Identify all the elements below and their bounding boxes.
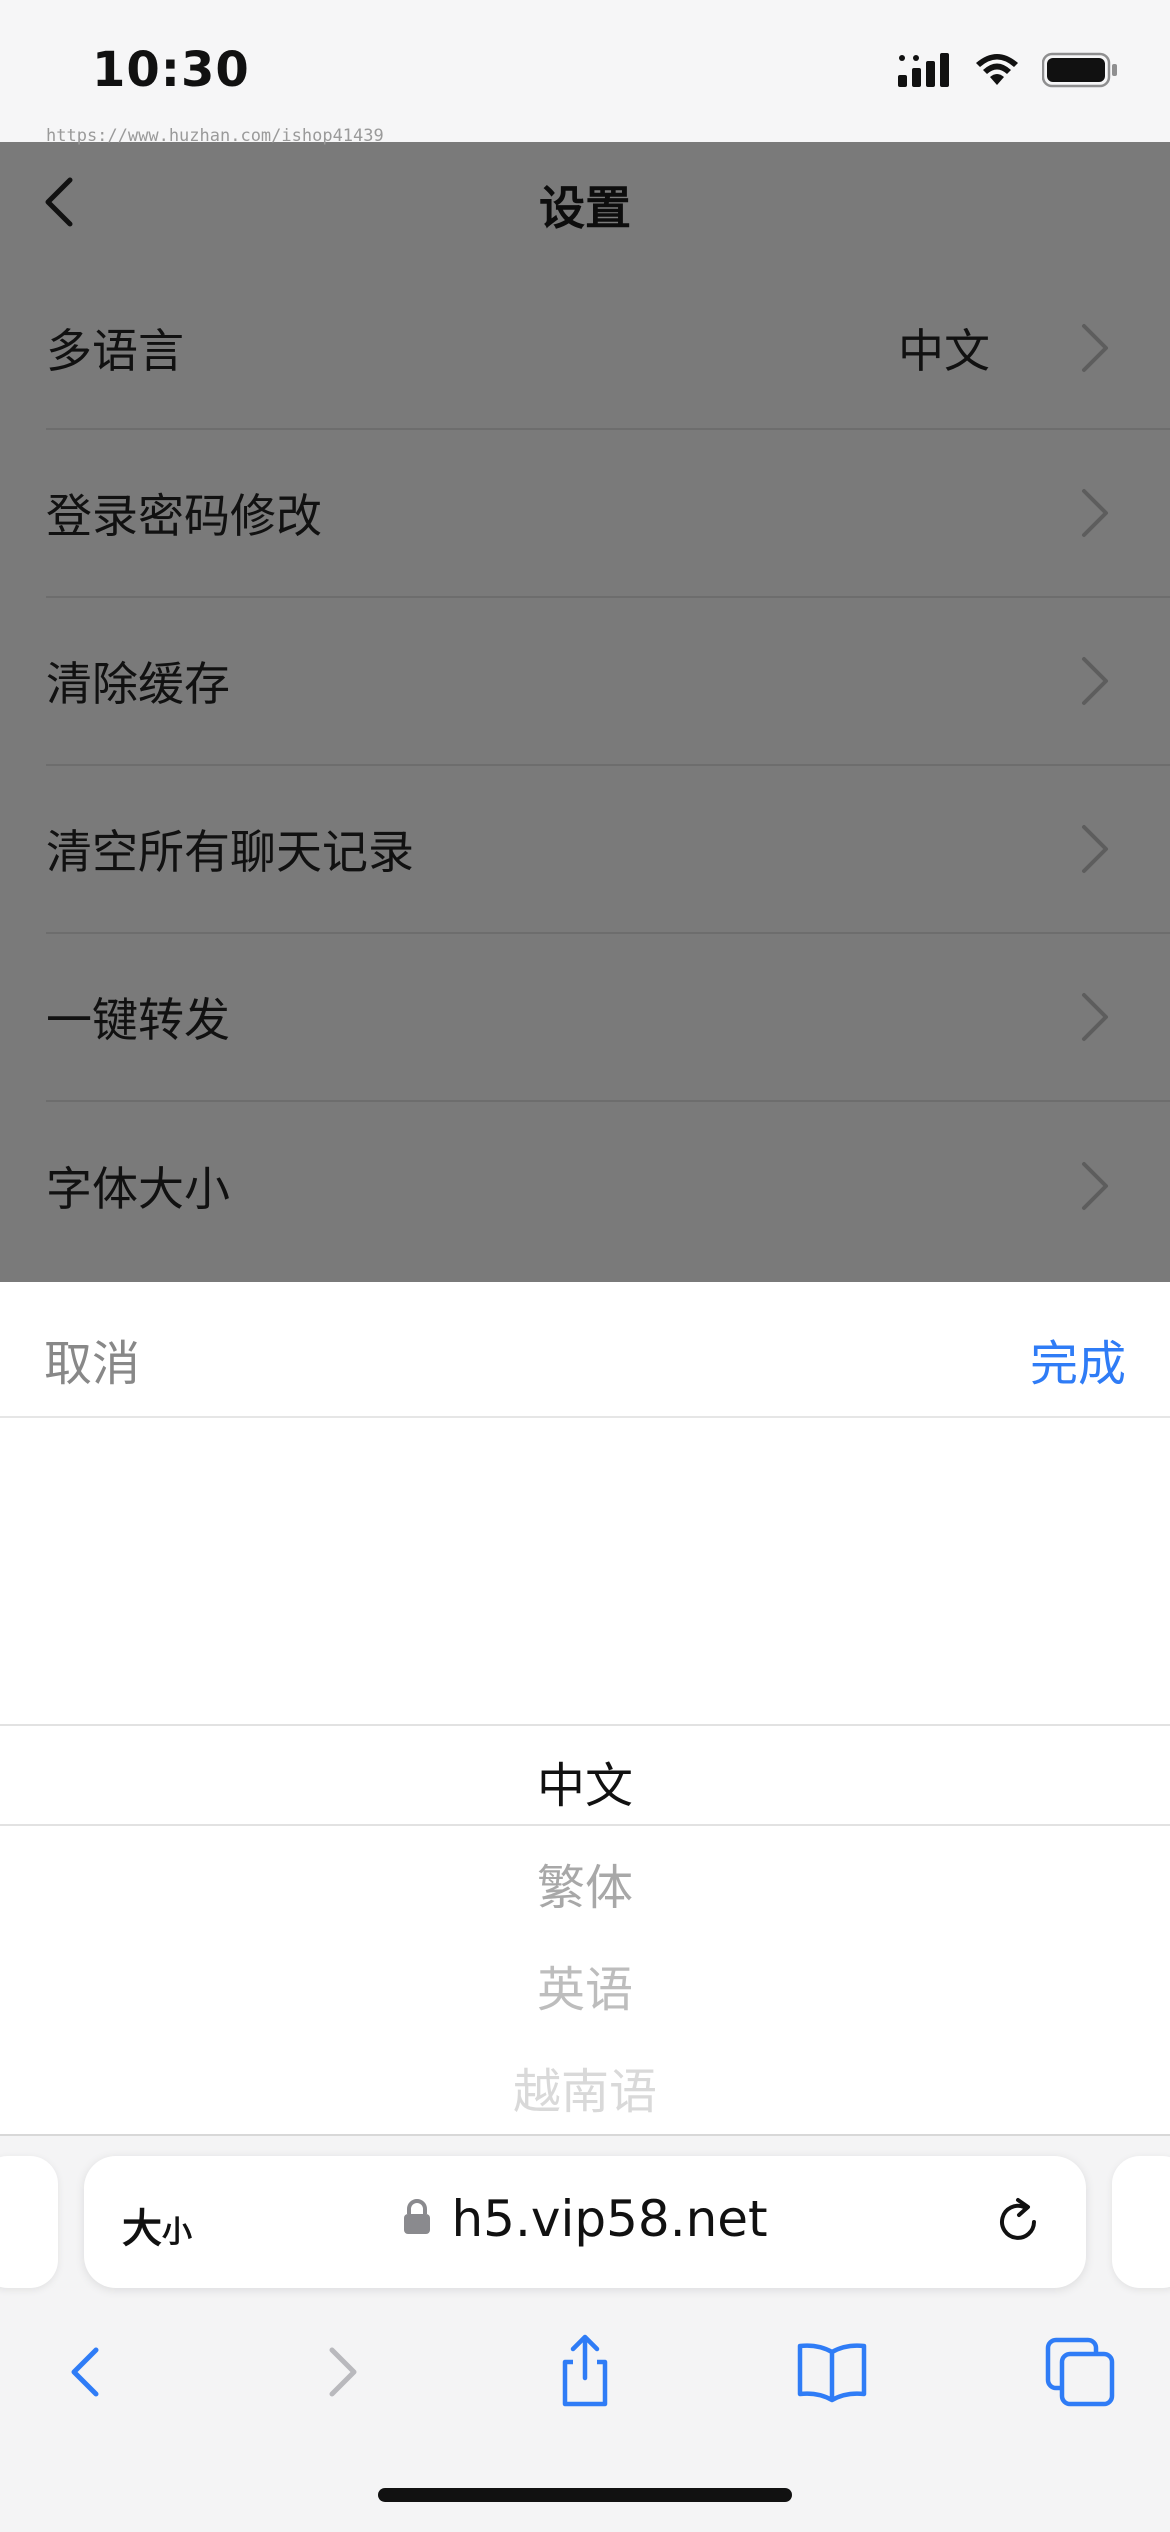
url-display[interactable]: h5.vip58.net <box>84 2190 1086 2248</box>
next-tab-peek[interactable] <box>1112 2156 1170 2288</box>
browser-chrome: 大小 h5.vip58.net <box>0 2134 1170 2532</box>
previous-tab-peek[interactable] <box>0 2156 58 2288</box>
lock-icon <box>402 2198 432 2240</box>
done-button[interactable]: 完成 <box>1030 1324 1126 1394</box>
status-time: 10:30 <box>92 42 250 98</box>
tabs-icon[interactable] <box>1040 2332 1120 2412</box>
picker-option[interactable]: 越南语 <box>0 2052 1170 2122</box>
battery-icon <box>1041 52 1118 92</box>
browser-toolbar <box>0 2302 1170 2432</box>
modal-overlay[interactable] <box>0 142 1170 1282</box>
share-icon[interactable] <box>545 2332 625 2412</box>
bookmarks-icon[interactable] <box>792 2332 872 2412</box>
picker-option[interactable]: 英语 <box>0 1950 1170 2020</box>
picker-option[interactable]: 繁体 <box>0 1848 1170 1918</box>
home-indicator <box>378 2488 792 2502</box>
reload-icon[interactable] <box>988 2192 1048 2252</box>
cellular-signal-icon <box>898 53 952 91</box>
language-picker-sheet: 取消 完成 中文 繁体 英语 越南语 <box>0 1282 1170 2134</box>
wifi-icon <box>974 53 1020 91</box>
forward-icon[interactable] <box>300 2332 380 2412</box>
back-icon[interactable] <box>48 2332 128 2412</box>
cancel-button[interactable]: 取消 <box>44 1324 140 1394</box>
url-text: h5.vip58.net <box>451 2190 768 2248</box>
status-bar: 10:30 <box>0 0 1170 142</box>
picker-toolbar: 取消 完成 <box>0 1282 1170 1418</box>
picker-wheel[interactable]: 中文 繁体 英语 越南语 <box>0 1418 1170 2134</box>
address-bar[interactable]: 大小 h5.vip58.net <box>84 2156 1086 2288</box>
watermark-text: https://www.huzhan.com/ishop41439 <box>46 126 384 146</box>
status-icons <box>898 52 1118 92</box>
picker-option[interactable]: 中文 <box>0 1746 1170 1816</box>
